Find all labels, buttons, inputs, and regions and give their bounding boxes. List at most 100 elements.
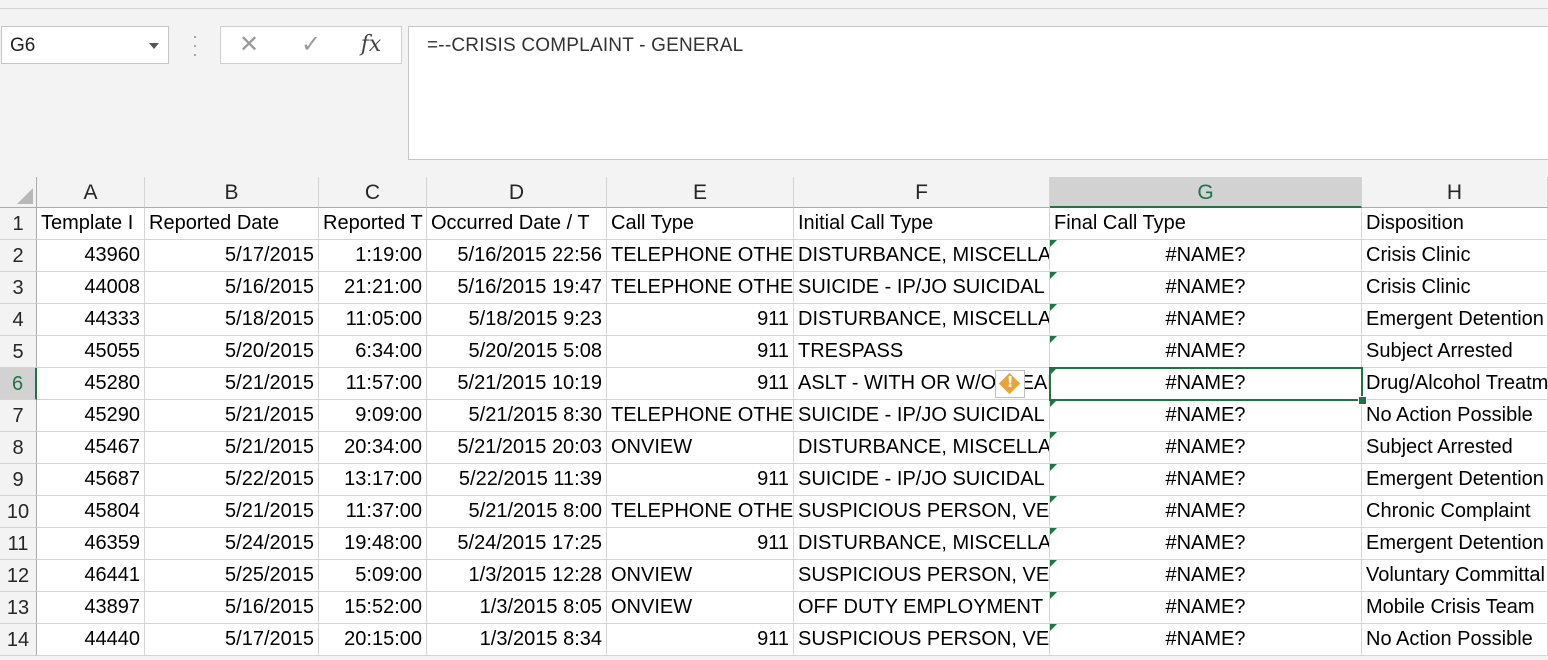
cell-b2[interactable]: 5/17/2015 [145,240,319,272]
row-header[interactable]: 7 [0,400,37,432]
cell-e8[interactable]: ONVIEW [607,432,794,464]
cell-g5[interactable]: #NAME? [1050,336,1362,368]
cell-b12[interactable]: 5/25/2015 [145,560,319,592]
cell-d5[interactable]: 5/20/2015 5:08 [427,336,607,368]
cell-h7[interactable]: No Action Possible [1362,400,1548,432]
column-header-e[interactable]: E [607,177,794,208]
cell-g8[interactable]: #NAME? [1050,432,1362,464]
cell-c3[interactable]: 21:21:00 [319,272,427,304]
column-header-b[interactable]: B [145,177,319,208]
cell-g12[interactable]: #NAME? [1050,560,1362,592]
cell-b11[interactable]: 5/24/2015 [145,528,319,560]
cell-c9[interactable]: 13:17:00 [319,464,427,496]
cell-a10[interactable]: 45804 [37,496,145,528]
cell-h4[interactable]: Emergent Detention [1362,304,1548,336]
column-header-c[interactable]: C [319,177,427,208]
cell-f7[interactable]: SUICIDE - IP/JO SUICIDAL [794,400,1050,432]
row-header[interactable]: 14 [0,624,37,656]
cell-d3[interactable]: 5/16/2015 19:47 [427,272,607,304]
cell-e10[interactable]: TELEPHONE OTHER [607,496,794,528]
cell-d14[interactable]: 1/3/2015 8:34 [427,624,607,656]
drag-handle-icon[interactable]: · · · [190,27,200,63]
select-all-button[interactable] [0,177,37,208]
row-header[interactable]: 9 [0,464,37,496]
cell-b1[interactable]: Reported Date [145,208,319,240]
cell-a13[interactable]: 43897 [37,592,145,624]
cell-g1[interactable]: Final Call Type [1050,208,1362,240]
cell-e5[interactable]: 911 [607,336,794,368]
row-header[interactable]: 11 [0,528,37,560]
cell-f9[interactable]: SUICIDE - IP/JO SUICIDAL [794,464,1050,496]
row-header[interactable]: 2 [0,240,37,272]
cell-a1[interactable]: Template I [37,208,145,240]
cancel-x-icon[interactable]: ✕ [229,31,269,59]
cell-b8[interactable]: 5/21/2015 [145,432,319,464]
cell-f14[interactable]: SUSPICIOUS PERSON, VEHICLE [794,624,1050,656]
cell-h2[interactable]: Crisis Clinic [1362,240,1548,272]
column-header-g[interactable]: G [1050,177,1362,208]
cell-d11[interactable]: 5/24/2015 17:25 [427,528,607,560]
cell-a9[interactable]: 45687 [37,464,145,496]
cell-h6[interactable]: Drug/Alcohol Treatment [1362,368,1548,400]
cell-c7[interactable]: 9:09:00 [319,400,427,432]
cell-g11[interactable]: #NAME? [1050,528,1362,560]
cell-g2[interactable]: #NAME? [1050,240,1362,272]
cell-a3[interactable]: 44008 [37,272,145,304]
cell-h8[interactable]: Subject Arrested [1362,432,1548,464]
cell-c12[interactable]: 5:09:00 [319,560,427,592]
cell-h1[interactable]: Disposition [1362,208,1548,240]
cell-f4[interactable]: DISTURBANCE, MISCELLANEOUS [794,304,1050,336]
cell-e4[interactable]: 911 [607,304,794,336]
cell-d7[interactable]: 5/21/2015 8:30 [427,400,607,432]
cell-d9[interactable]: 5/22/2015 11:39 [427,464,607,496]
cell-b13[interactable]: 5/16/2015 [145,592,319,624]
cell-c14[interactable]: 20:15:00 [319,624,427,656]
column-header-d[interactable]: D [427,177,607,208]
cell-g4[interactable]: #NAME? [1050,304,1362,336]
cell-e14[interactable]: 911 [607,624,794,656]
cell-b10[interactable]: 5/21/2015 [145,496,319,528]
formula-input[interactable]: =--CRISIS COMPLAINT - GENERAL [408,26,1548,160]
cell-e3[interactable]: TELEPHONE OTHER [607,272,794,304]
cell-g10[interactable]: #NAME? [1050,496,1362,528]
cell-d13[interactable]: 1/3/2015 8:05 [427,592,607,624]
error-indicator-button[interactable]: ! [995,370,1025,398]
cell-c8[interactable]: 20:34:00 [319,432,427,464]
row-header[interactable]: 12 [0,560,37,592]
cell-c4[interactable]: 11:05:00 [319,304,427,336]
row-header[interactable]: 13 [0,592,37,624]
cell-h13[interactable]: Mobile Crisis Team [1362,592,1548,624]
cell-a7[interactable]: 45290 [37,400,145,432]
cell-g14[interactable]: #NAME? [1050,624,1362,656]
cell-a5[interactable]: 45055 [37,336,145,368]
cell-b5[interactable]: 5/20/2015 [145,336,319,368]
cell-c5[interactable]: 6:34:00 [319,336,427,368]
cell-h10[interactable]: Chronic Complaint [1362,496,1548,528]
cell-a6[interactable]: 45280 [37,368,145,400]
cell-b4[interactable]: 5/18/2015 [145,304,319,336]
cell-c1[interactable]: Reported T [319,208,427,240]
cell-a4[interactable]: 44333 [37,304,145,336]
cell-e6[interactable]: 911 [607,368,794,400]
cell-h5[interactable]: Subject Arrested [1362,336,1548,368]
cell-b9[interactable]: 5/22/2015 [145,464,319,496]
fill-handle[interactable] [1358,396,1367,405]
cell-a2[interactable]: 43960 [37,240,145,272]
cell-g3[interactable]: #NAME? [1050,272,1362,304]
cell-e12[interactable]: ONVIEW [607,560,794,592]
cell-f13[interactable]: OFF DUTY EMPLOYMENT [794,592,1050,624]
cell-d12[interactable]: 1/3/2015 12:28 [427,560,607,592]
row-header[interactable]: 5 [0,336,37,368]
cell-g7[interactable]: #NAME? [1050,400,1362,432]
row-header[interactable]: 4 [0,304,37,336]
cell-a11[interactable]: 46359 [37,528,145,560]
cell-b6[interactable]: 5/21/2015 [145,368,319,400]
cell-f5[interactable]: TRESPASS [794,336,1050,368]
cell-e1[interactable]: Call Type [607,208,794,240]
cell-d10[interactable]: 5/21/2015 8:00 [427,496,607,528]
cell-f3[interactable]: SUICIDE - IP/JO SUICIDAL [794,272,1050,304]
cell-e7[interactable]: TELEPHONE OTHER [607,400,794,432]
cell-e9[interactable]: 911 [607,464,794,496]
name-box[interactable]: G6 [1,26,169,64]
insert-function-icon[interactable]: fx [351,31,391,59]
